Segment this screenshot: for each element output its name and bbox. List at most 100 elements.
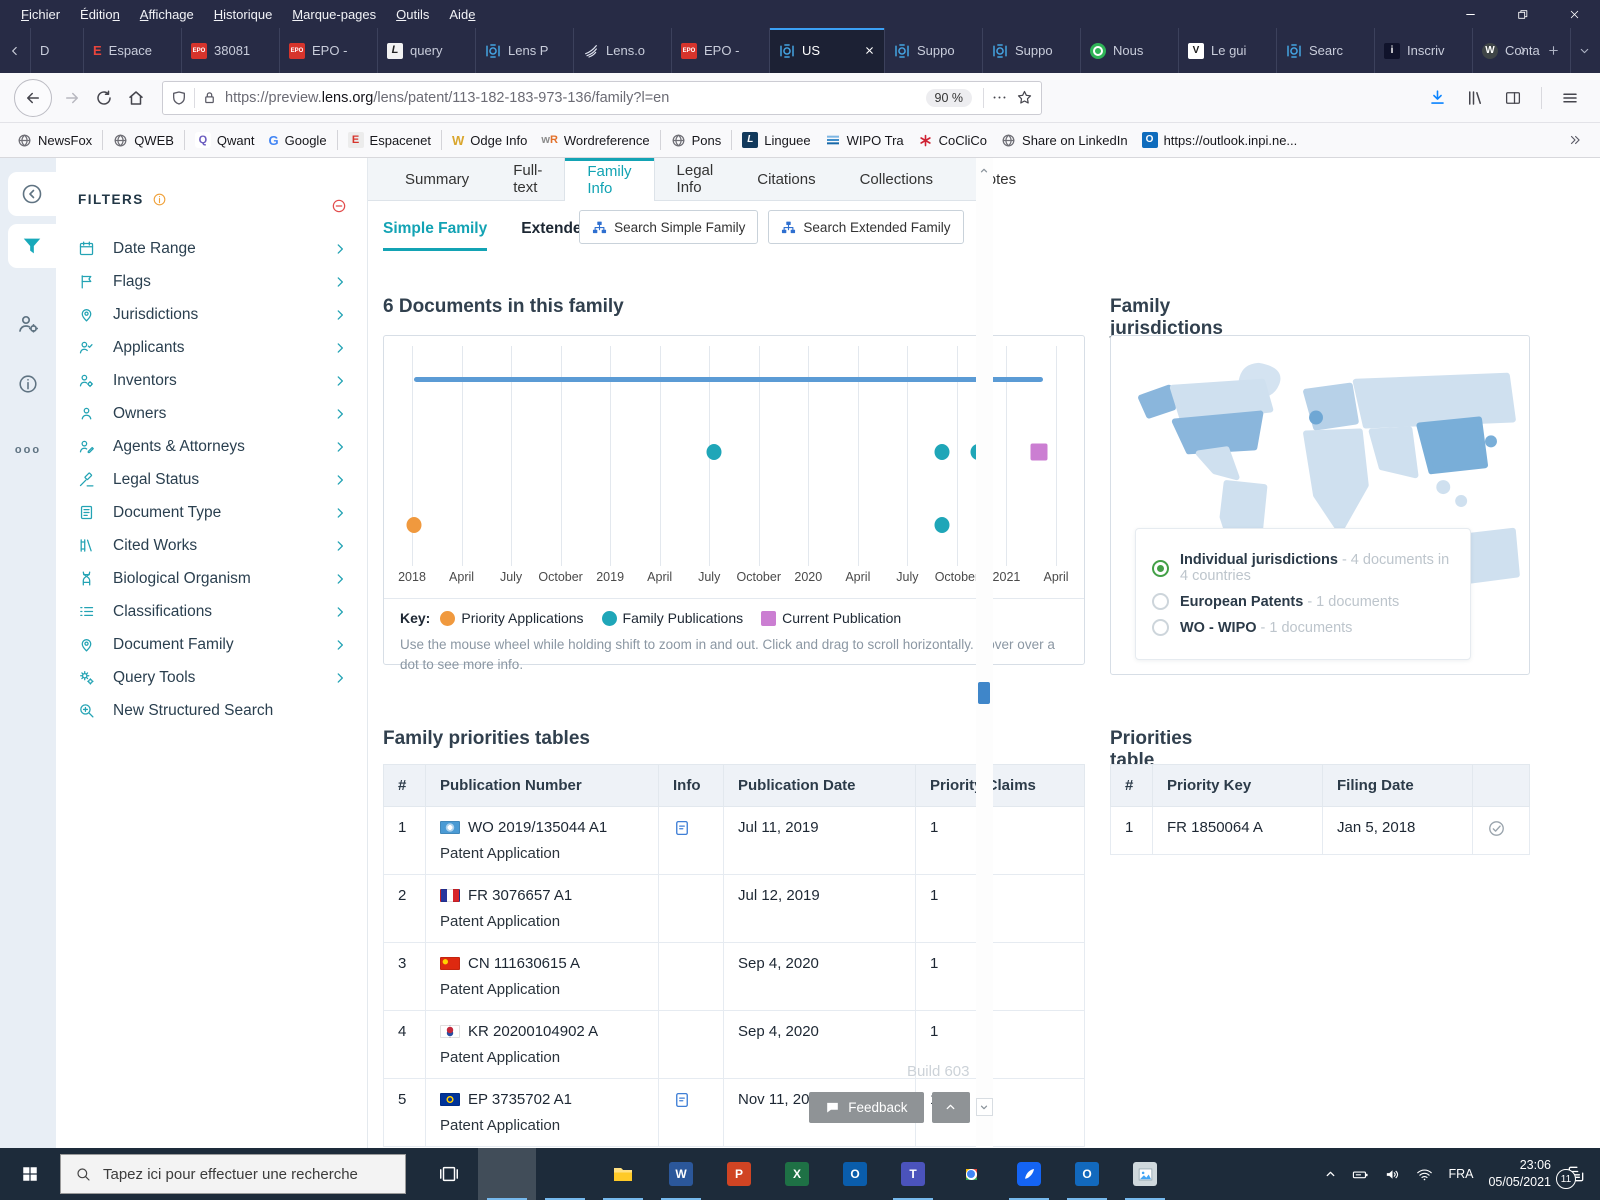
data-point-family-publications[interactable] [934, 444, 950, 461]
data-point-priority-applications[interactable] [406, 517, 422, 534]
bookmarks-overflow-icon[interactable] [1568, 133, 1590, 147]
scroll-to-top-button[interactable] [931, 1092, 970, 1123]
page-actions-icon[interactable] [991, 89, 1008, 106]
bookmark-wipo-tra[interactable]: WIPO Tra [818, 129, 911, 151]
close-button[interactable] [1548, 0, 1600, 28]
publication-number[interactable]: FR 3076657 A1 [468, 887, 572, 904]
browser-tab-epo[interactable]: EPO EPO - [672, 28, 770, 73]
browser-tab-legui[interactable]: V Le gui [1179, 28, 1277, 73]
menu-dition[interactable]: Édition [71, 4, 129, 25]
jurisdiction-option-european-patents[interactable]: European Patents - 1 documents [1152, 593, 1454, 610]
notification-center-icon[interactable]: 11 [1556, 1164, 1586, 1189]
clear-filters-icon[interactable] [331, 198, 347, 214]
tab-citations[interactable]: Citations [735, 158, 837, 200]
feedback-button[interactable]: Feedback [809, 1092, 924, 1123]
bookmark-coclico[interactable]: CoCliCo [911, 130, 994, 151]
data-point-family-publications[interactable] [706, 444, 722, 461]
back-button[interactable] [14, 78, 52, 117]
battery-icon[interactable] [1352, 1166, 1369, 1183]
publication-number[interactable]: KR 20200104902 A [468, 1023, 598, 1040]
scrollbar-thumb[interactable] [977, 682, 990, 704]
taskbar-outlook-icon[interactable]: O [826, 1148, 884, 1200]
taskbar-edge-icon[interactable] [536, 1148, 594, 1200]
tab-close-icon[interactable] [864, 45, 875, 56]
search-simple-family-button[interactable]: Search Simple Family [579, 210, 759, 244]
browser-tab-epo[interactable]: EPO EPO - [280, 28, 378, 73]
sidebar-item-query-tools[interactable]: Query Tools [78, 661, 347, 694]
bookmark-star-icon[interactable] [1016, 89, 1033, 106]
bookmark-https-outlook-inpi-ne-[interactable]: Ohttps://outlook.inpi.ne... [1135, 129, 1305, 151]
document-info-icon[interactable] [673, 1091, 691, 1109]
menu-aide[interactable]: Aide [440, 4, 484, 25]
publication-number[interactable]: WO 2019/135044 A1 [468, 819, 607, 836]
taskbar-feather-icon[interactable] [1000, 1148, 1058, 1200]
browser-tab-lenso[interactable]: Lens.o [574, 28, 672, 73]
sidebar-item-flags[interactable]: Flags [78, 265, 347, 298]
forward-button[interactable] [56, 82, 88, 114]
sidebar-item-cited-works[interactable]: Cited Works [78, 529, 347, 562]
timeline-plot-area[interactable] [396, 346, 1072, 566]
tab-legal-info[interactable]: Legal Info [655, 158, 736, 200]
tray-expand-icon[interactable] [1324, 1168, 1337, 1181]
tab-family-info[interactable]: Family Info [564, 158, 655, 201]
tab-collections[interactable]: Collections [838, 158, 955, 200]
user-settings-rail-icon[interactable] [4, 302, 52, 346]
taskbar-outlook2-icon[interactable]: O [1058, 1148, 1116, 1200]
filters-info-icon[interactable] [152, 192, 167, 207]
hamburger-menu-icon[interactable] [1554, 82, 1586, 114]
publication-number[interactable]: EP 3735702 A1 [468, 1091, 572, 1108]
menu-marquepages[interactable]: Marque-pages [283, 4, 385, 25]
tab-notes[interactable]: Notes [955, 158, 1038, 200]
sidebar-item-date-range[interactable]: Date Range [78, 232, 347, 265]
taskbar-word-icon[interactable]: W [652, 1148, 710, 1200]
keyboard-language[interactable]: FRA [1448, 1167, 1473, 1181]
info-rail-icon[interactable] [4, 362, 52, 406]
menu-outils[interactable]: Outils [387, 4, 438, 25]
browser-tab-d[interactable]: D [31, 28, 84, 73]
browser-tab-conta[interactable]: W Conta [1473, 28, 1571, 73]
restore-button[interactable] [1496, 0, 1548, 28]
bookmark-google[interactable]: G Google [262, 130, 334, 151]
bookmark-espacenet[interactable]: E Espacenet [341, 129, 438, 151]
shield-icon[interactable] [171, 90, 187, 106]
sidebar-item-jurisdictions[interactable]: Jurisdictions [78, 298, 347, 331]
browser-tab-espace[interactable]: E Espace [84, 28, 182, 73]
browser-tab-inscriv[interactable]: i Inscriv [1375, 28, 1473, 73]
sidebar-item-new-structured-search[interactable]: New Structured Search [78, 694, 347, 727]
scrollbar-down-arrow[interactable] [975, 1098, 993, 1116]
subtab-simple-family[interactable]: Simple Family [383, 220, 488, 251]
taskbar-firefox-icon[interactable] [478, 1148, 536, 1200]
taskbar-task-view-icon[interactable] [420, 1148, 478, 1200]
lock-icon[interactable] [202, 90, 217, 105]
bookmark-odge-info[interactable]: W Odge Info [445, 130, 534, 151]
radio-unselected[interactable] [1152, 593, 1169, 610]
tab-summary[interactable]: Summary [383, 158, 491, 200]
minimize-button[interactable] [1444, 0, 1496, 28]
browser-tab-suppo[interactable]: Suppo [983, 28, 1081, 73]
menu-historique[interactable]: Historique [205, 4, 282, 25]
radio-unselected[interactable] [1152, 619, 1169, 636]
sidebar-item-applicants[interactable]: Applicants [78, 331, 347, 364]
bookmark-qweb[interactable]: QWEB [106, 130, 181, 151]
sidebar-toggle-icon[interactable] [1497, 82, 1529, 114]
radio-selected[interactable] [1152, 559, 1169, 577]
bookmark-pons[interactable]: Pons [664, 130, 729, 151]
scrollbar-up-arrow[interactable] [976, 162, 993, 180]
browser-tab-lensp[interactable]: Lens P [476, 28, 574, 73]
data-point-current-publication[interactable] [1030, 443, 1048, 461]
taskbar-teams-icon[interactable]: T [884, 1148, 942, 1200]
browser-tab-searc[interactable]: Searc [1277, 28, 1375, 73]
volume-icon[interactable] [1384, 1166, 1401, 1183]
zoom-level-badge[interactable]: 90 % [925, 88, 972, 107]
jurisdiction-option-wo-wipo[interactable]: WO - WIPO - 1 documents [1152, 619, 1454, 636]
timeline-span-line[interactable] [413, 377, 1043, 382]
library-icon[interactable] [1459, 82, 1491, 114]
check-circle-icon[interactable] [1487, 819, 1506, 838]
taskbar-search-input[interactable]: Tapez ici pour effectuer une recherche [60, 1154, 406, 1194]
bookmark-qwant[interactable]: Q Qwant [188, 129, 262, 151]
filters-rail-icon[interactable] [8, 224, 56, 268]
browser-tab-query[interactable]: Lquery [378, 28, 476, 73]
wifi-icon[interactable] [1416, 1166, 1433, 1183]
start-button[interactable] [0, 1148, 60, 1200]
taskbar-powerpoint-icon[interactable]: P [710, 1148, 768, 1200]
